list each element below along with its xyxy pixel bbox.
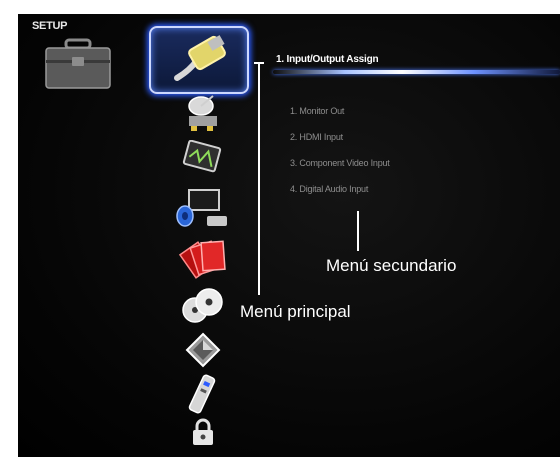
- menu-item-cards[interactable]: [163, 236, 243, 284]
- cube-icon: [185, 332, 221, 373]
- menu-item-input-output[interactable]: [149, 26, 249, 94]
- setup-screen: SETUP 1. Input/Output Assign 1. Monitor …: [18, 14, 560, 457]
- menu-item-system[interactable]: [163, 332, 243, 372]
- submenu-highlight-bar: [273, 70, 560, 74]
- menu-item-picture[interactable]: [163, 138, 243, 182]
- submenu-list: 1. Monitor Out 2. HDMI Input 3. Componen…: [290, 104, 390, 208]
- monitor-waveform-icon: [182, 139, 224, 181]
- primary-menu-annotation: Menú principal: [240, 302, 351, 321]
- menu-item-audio[interactable]: [163, 186, 243, 234]
- submenu-item-component-video-input[interactable]: 3. Component Video Input: [290, 156, 390, 182]
- menu-item-discs[interactable]: [163, 286, 243, 330]
- toolbox-icon: [44, 38, 112, 95]
- menu-item-broadcast[interactable]: [163, 92, 243, 136]
- speaker-tv-icon: [175, 186, 231, 235]
- primary-callout-line: [258, 62, 260, 295]
- secondary-menu-annotation: Menú secundario: [326, 256, 457, 275]
- remote-control-icon: [186, 373, 220, 420]
- main-menu: [149, 20, 249, 450]
- padlock-icon: [188, 417, 218, 452]
- secondary-callout-line: [357, 211, 359, 251]
- submenu-item-monitor-out[interactable]: 1. Monitor Out: [290, 104, 390, 130]
- satellite-dish-icon: [181, 92, 225, 137]
- red-cards-icon: [178, 236, 228, 285]
- submenu-item-hdmi-input[interactable]: 2. HDMI Input: [290, 130, 390, 156]
- hdmi-cable-icon: [167, 32, 231, 89]
- menu-item-lock[interactable]: [163, 418, 243, 450]
- submenu-item-digital-audio-input[interactable]: 4. Digital Audio Input: [290, 182, 390, 208]
- discs-icon: [181, 286, 225, 331]
- menu-item-remote[interactable]: [163, 373, 243, 420]
- setup-title: SETUP: [32, 20, 68, 32]
- submenu-title: 1. Input/Output Assign: [276, 54, 379, 65]
